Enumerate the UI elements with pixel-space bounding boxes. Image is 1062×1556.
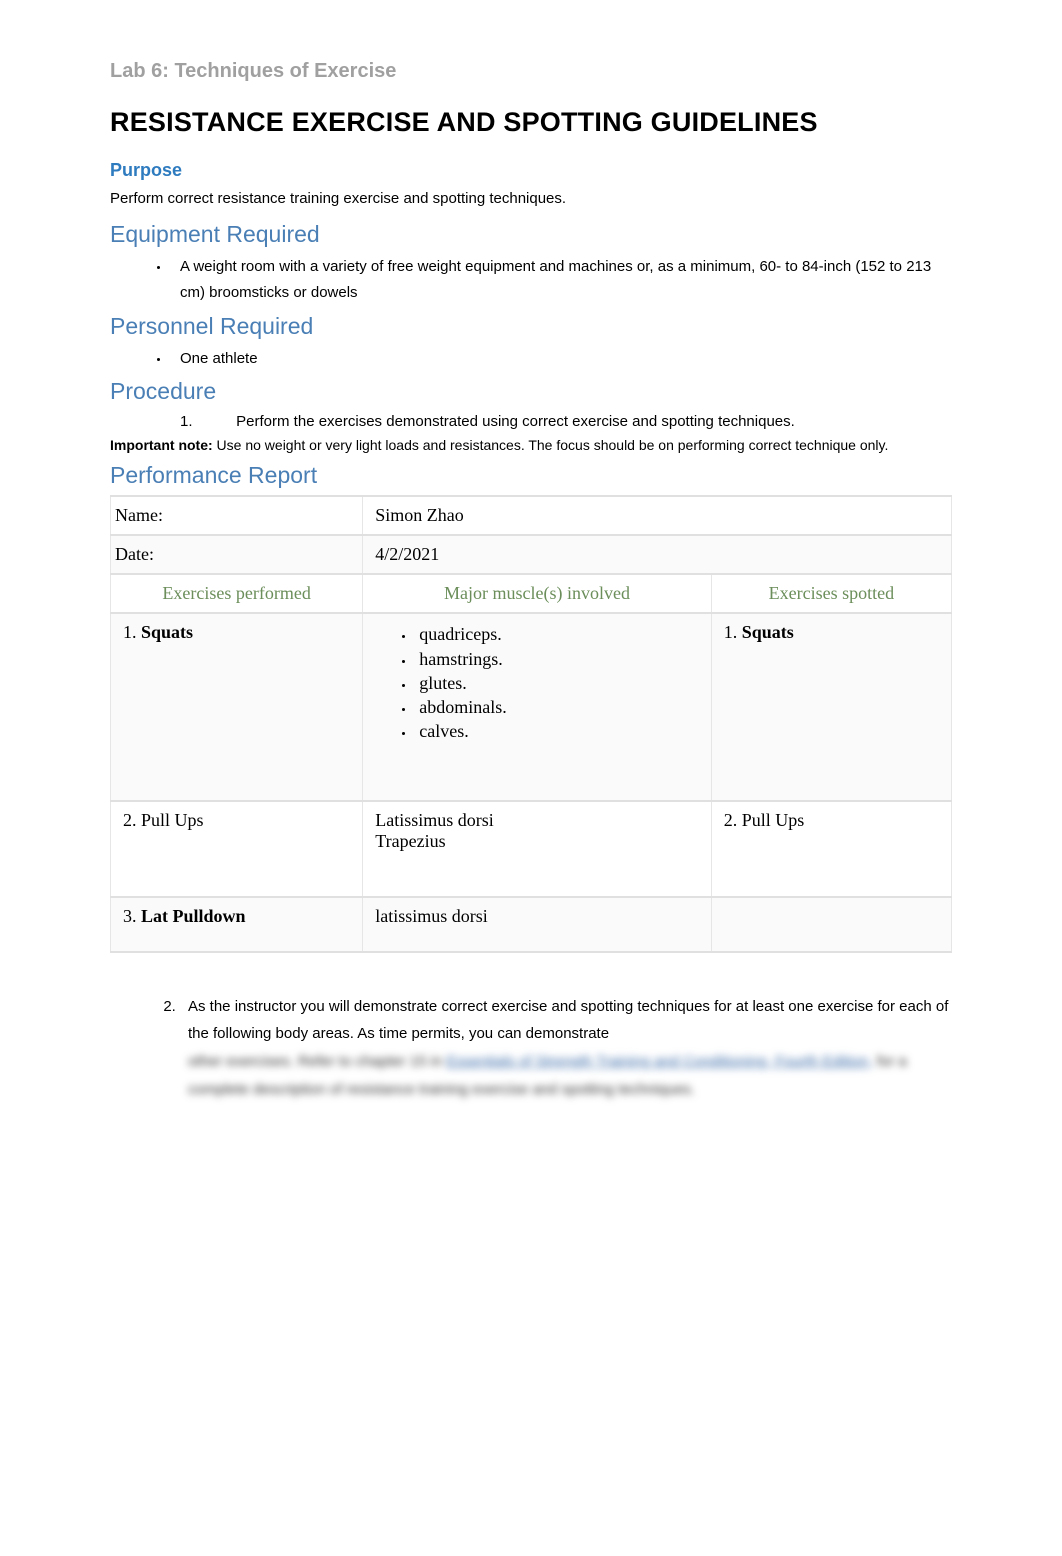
blur-prefix: other exercises. Refer to chapter 15 in bbox=[188, 1053, 446, 1070]
table-row-name: Name: Simon Zhao bbox=[111, 496, 952, 535]
page-title: RESISTANCE EXERCISE AND SPOTTING GUIDELI… bbox=[110, 107, 952, 138]
ex2-name: Pull Ups bbox=[141, 810, 204, 830]
procedure-step-1-text: Perform the exercises demonstrated using… bbox=[236, 413, 795, 430]
table-row-ex1: 1. Squats quadriceps. hamstrings. glutes… bbox=[111, 613, 952, 800]
ex2-muscles: Latissimus dorsi Trapezius bbox=[363, 801, 711, 897]
table-row-headers: Exercises performed Major muscle(s) invo… bbox=[111, 574, 952, 613]
header-performed: Exercises performed bbox=[111, 574, 363, 613]
muscle-item: calves. bbox=[415, 719, 698, 743]
ex1-performed: 1. Squats bbox=[111, 613, 363, 800]
procedure-heading: Procedure bbox=[110, 378, 952, 405]
date-label: Date: bbox=[111, 535, 363, 574]
purpose-text: Perform correct resistance training exer… bbox=[110, 187, 952, 211]
ex1-num: 1. bbox=[123, 622, 137, 642]
procedure-step-1-num: 1. bbox=[180, 411, 232, 434]
ex3-name: Lat Pulldown bbox=[141, 906, 246, 926]
blurred-content: other exercises. Refer to chapter 15 in … bbox=[188, 1048, 952, 1104]
purpose-heading: Purpose bbox=[110, 160, 952, 181]
ex3-muscles: latissimus dorsi bbox=[363, 897, 711, 952]
important-note: Important note: Use no weight or very li… bbox=[110, 435, 952, 456]
ex1-muscle-list: quadriceps. hamstrings. glutes. abdomina… bbox=[375, 622, 698, 743]
muscle-item: quadriceps. bbox=[415, 622, 698, 646]
ex1-spotted-num: 1. bbox=[724, 622, 738, 642]
important-text: Use no weight or very light loads and re… bbox=[213, 437, 889, 453]
header-muscles: Major muscle(s) involved bbox=[363, 574, 711, 613]
name-value: Simon Zhao bbox=[363, 496, 952, 535]
name-label: Name: bbox=[111, 496, 363, 535]
ex2-spotted-num: 2. bbox=[724, 810, 738, 830]
performance-report-heading: Performance Report bbox=[110, 462, 952, 489]
procedure-step-2-text: As the instructor you will demonstrate c… bbox=[188, 998, 948, 1043]
ex3-performed: 3. Lat Pulldown bbox=[111, 897, 363, 952]
header-spotted: Exercises spotted bbox=[711, 574, 951, 613]
ex2-spotted-name: Pull Ups bbox=[742, 810, 805, 830]
ex3-spotted bbox=[711, 897, 951, 952]
table-row-ex2: 2. Pull Ups Latissimus dorsi Trapezius 2… bbox=[111, 801, 952, 897]
procedure-step-2: As the instructor you will demonstrate c… bbox=[180, 993, 952, 1104]
equipment-list: A weight room with a variety of free wei… bbox=[110, 254, 952, 307]
ex2-performed: 2. Pull Ups bbox=[111, 801, 363, 897]
personnel-heading: Personnel Required bbox=[110, 313, 952, 340]
table-row-date: Date: 4/2/2021 bbox=[111, 535, 952, 574]
important-label: Important note: bbox=[110, 437, 213, 453]
equipment-heading: Equipment Required bbox=[110, 221, 952, 248]
date-value: 4/2/2021 bbox=[363, 535, 952, 574]
equipment-item: A weight room with a variety of free wei… bbox=[170, 254, 952, 307]
personnel-item: One athlete bbox=[170, 346, 952, 372]
muscle-item: abdominals. bbox=[415, 695, 698, 719]
personnel-list: One athlete bbox=[110, 346, 952, 372]
ex3-num: 3. bbox=[123, 906, 137, 926]
performance-report-table: Name: Simon Zhao Date: 4/2/2021 Exercise… bbox=[110, 495, 952, 952]
table-row-ex3: 3. Lat Pulldown latissimus dorsi bbox=[111, 897, 952, 952]
muscle-item: glutes. bbox=[415, 671, 698, 695]
ex1-spotted: 1. Squats bbox=[711, 613, 951, 800]
ex2-spotted: 2. Pull Ups bbox=[711, 801, 951, 897]
blur-link: Essentials of Strength Training and Cond… bbox=[446, 1053, 872, 1070]
ex1-spotted-name: Squats bbox=[742, 622, 794, 642]
muscle-item: hamstrings. bbox=[415, 647, 698, 671]
ex2-num: 2. bbox=[123, 810, 137, 830]
procedure-step-2-list: As the instructor you will demonstrate c… bbox=[160, 993, 952, 1104]
ex1-name: Squats bbox=[141, 622, 193, 642]
lab-subtitle: Lab 6: Techniques of Exercise bbox=[110, 60, 952, 83]
ex1-muscles: quadriceps. hamstrings. glutes. abdomina… bbox=[363, 613, 711, 800]
procedure-step-1: 1. Perform the exercises demonstrated us… bbox=[110, 411, 952, 434]
